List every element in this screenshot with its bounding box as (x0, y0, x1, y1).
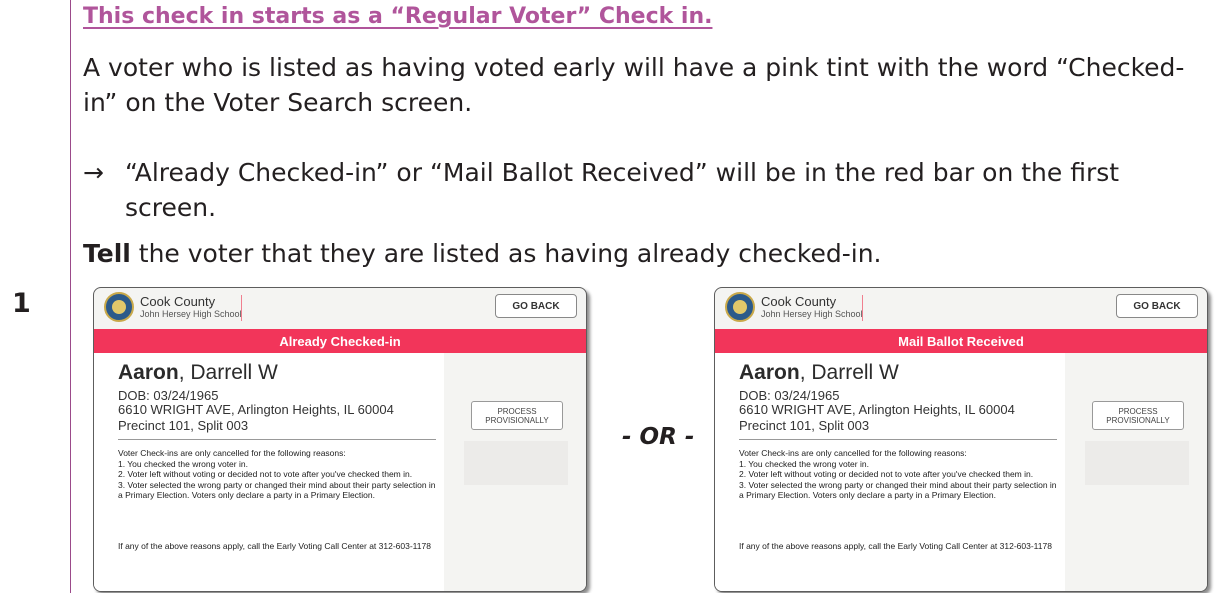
device-header: Cook County John Hersey High School GO B… (715, 288, 1207, 329)
county-seal-icon (104, 292, 134, 322)
location-name: John Hersey High School (140, 309, 242, 319)
voter-address: 6610 WRIGHT AVE, Arlington Heights, IL 6… (739, 402, 1015, 417)
voter-precinct: Precinct 101, Split 003 (739, 418, 870, 433)
voter-name: Aaron, Darrell W (118, 361, 278, 385)
call-center-note: If any of the above reasons apply, call … (739, 541, 1052, 551)
header-divider (862, 295, 863, 321)
or-separator: - OR - (622, 424, 695, 450)
reasons-intro: Voter Check-ins are only cancelled for t… (739, 448, 967, 458)
status-bar: Already Checked-in (94, 329, 586, 353)
voter-address: 6610 WRIGHT AVE, Arlington Heights, IL 6… (118, 402, 394, 417)
tell-bold: Tell (83, 239, 131, 268)
cancellation-reasons: Voter Check-ins are only cancelled for t… (118, 448, 440, 501)
go-back-button[interactable]: GO BACK (1116, 294, 1198, 318)
status-bar: Mail Ballot Received (715, 329, 1207, 353)
voter-detail: Aaron, Darrell W DOB: 03/24/1965 6610 WR… (715, 353, 1207, 591)
county-seal-icon (725, 292, 755, 322)
divider (739, 439, 1057, 440)
section-heading: This check in starts as a “Regular Voter… (83, 4, 713, 29)
placeholder-box (1085, 441, 1189, 485)
voter-dob: DOB: 03/24/1965 (118, 388, 219, 403)
arrow-bullet-text: “Already Checked-in” or “Mail Ballot Rec… (125, 158, 1120, 222)
margin-rule (70, 0, 71, 593)
action-panel: PROCESS PROVISIONALLY (444, 353, 586, 591)
right-arrow-icon: → (83, 158, 104, 187)
voter-detail: Aaron, Darrell W DOB: 03/24/1965 6610 WR… (94, 353, 586, 591)
call-center-note: If any of the above reasons apply, call … (118, 541, 431, 551)
device-header: Cook County John Hersey High School GO B… (94, 288, 586, 329)
county-name: Cook County (140, 294, 216, 309)
voter-dob: DOB: 03/24/1965 (739, 388, 840, 403)
divider (118, 439, 436, 440)
reason-item: 2. Voter left without voting or decided … (118, 469, 413, 480)
intro-paragraph: A voter who is listed as having voted ea… (83, 53, 1185, 117)
reason-item: 1. You checked the wrong voter in. (739, 458, 869, 469)
step-number: 1 (12, 288, 31, 319)
location-name: John Hersey High School (761, 309, 863, 319)
screen-already-checked-in: Cook County John Hersey High School GO B… (93, 287, 587, 592)
tell-rest: the voter that they are listed as having… (130, 239, 882, 268)
county-name: Cook County (761, 294, 837, 309)
reason-item: 3. Voter selected the wrong party or cha… (739, 479, 1057, 501)
reason-item: 3. Voter selected the wrong party or cha… (118, 479, 436, 501)
tell-instruction: Tell the voter that they are listed as h… (83, 236, 882, 271)
voter-info-panel: Aaron, Darrell W DOB: 03/24/1965 6610 WR… (715, 353, 1065, 591)
action-panel: PROCESS PROVISIONALLY (1065, 353, 1207, 591)
go-back-button[interactable]: GO BACK (495, 294, 577, 318)
process-provisionally-button[interactable]: PROCESS PROVISIONALLY (471, 401, 563, 430)
voter-info-panel: Aaron, Darrell W DOB: 03/24/1965 6610 WR… (94, 353, 444, 591)
voter-last-name: Aaron (118, 361, 179, 384)
screen-mail-ballot-received: Cook County John Hersey High School GO B… (714, 287, 1208, 592)
process-provisionally-button[interactable]: PROCESS PROVISIONALLY (1092, 401, 1184, 430)
placeholder-box (464, 441, 568, 485)
voter-first-name: , Darrell W (178, 361, 278, 384)
voter-last-name: Aaron (739, 361, 800, 384)
voter-precinct: Precinct 101, Split 003 (118, 418, 249, 433)
reasons-intro: Voter Check-ins are only cancelled for t… (118, 448, 346, 458)
header-divider (241, 295, 242, 321)
voter-name: Aaron, Darrell W (739, 361, 899, 385)
cancellation-reasons: Voter Check-ins are only cancelled for t… (739, 448, 1061, 501)
reason-item: 1. You checked the wrong voter in. (118, 458, 248, 469)
reason-item: 2. Voter left without voting or decided … (739, 469, 1034, 480)
voter-first-name: , Darrell W (799, 361, 899, 384)
